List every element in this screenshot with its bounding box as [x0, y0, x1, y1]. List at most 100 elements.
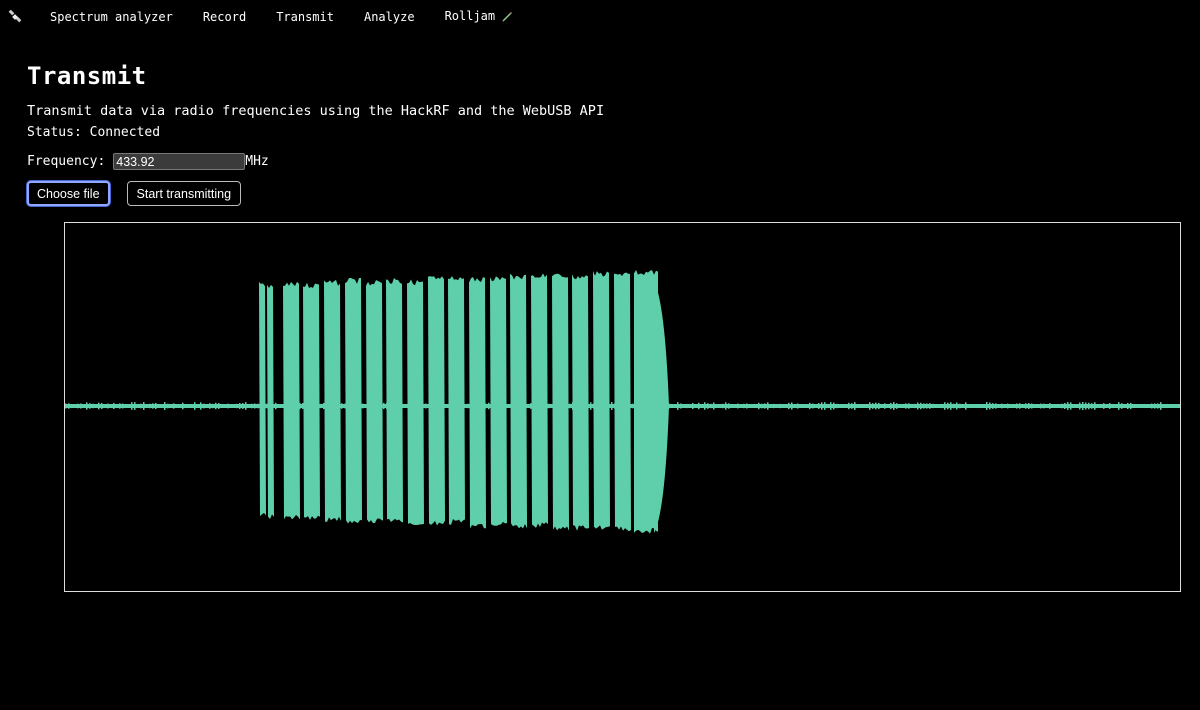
- waveform-noise: [731, 404, 733, 408]
- satellite-icon[interactable]: [8, 9, 22, 24]
- waveform-noise: [227, 403, 229, 409]
- waveform-noise: [755, 404, 757, 408]
- waveform-noise: [245, 402, 247, 410]
- nav-link-analyze[interactable]: Analyze: [364, 10, 415, 24]
- waveform-noise: [953, 403, 955, 409]
- waveform-noise: [839, 404, 841, 408]
- waveform-noise: [776, 404, 778, 408]
- waveform-noise: [80, 403, 82, 409]
- waveform-noise: [242, 403, 244, 409]
- waveform-noise: [1079, 402, 1081, 410]
- waveform-noise: [1094, 402, 1096, 410]
- waveform-noise: [1151, 403, 1153, 409]
- waveform-noise: [236, 403, 238, 409]
- waveform-burst: [428, 276, 445, 526]
- waveform-noise: [113, 402, 115, 410]
- waveform-noise: [197, 404, 199, 408]
- start-transmitting-button[interactable]: Start transmitting: [126, 181, 242, 206]
- waveform-noise: [845, 404, 847, 408]
- waveform-noise: [932, 403, 934, 409]
- waveform-noise: [1136, 404, 1138, 408]
- waveform-burst: [267, 284, 274, 519]
- waveform-noise: [188, 403, 190, 409]
- waveform-noise: [758, 402, 760, 410]
- waveform-noise: [230, 404, 232, 408]
- waveform-noise: [122, 403, 124, 409]
- waveform-noise: [791, 402, 793, 410]
- waveform-noise: [956, 402, 958, 410]
- waveform-noise: [1028, 403, 1030, 409]
- waveform-noise: [548, 403, 550, 409]
- waveform-noise: [749, 404, 751, 408]
- waveform-noise: [809, 402, 811, 410]
- waveform-noise: [902, 403, 904, 409]
- nav-link-transmit[interactable]: Transmit: [276, 10, 334, 24]
- waveform-burst: [593, 271, 610, 530]
- waveform-noise: [170, 404, 172, 408]
- waveform-noise: [983, 403, 985, 409]
- waveform-noise: [1178, 404, 1180, 408]
- waveform-noise: [1031, 403, 1033, 409]
- waveform-noise: [1085, 402, 1087, 410]
- waveform-noise: [266, 403, 268, 409]
- waveform-noise: [527, 404, 529, 408]
- waveform-noise: [146, 404, 148, 408]
- waveform-burst: [303, 282, 320, 520]
- choose-file-button[interactable]: Choose file: [27, 181, 110, 206]
- waveform-noise: [842, 404, 844, 408]
- waveform-noise: [182, 402, 184, 410]
- waveform-noise: [887, 404, 889, 408]
- frequency-unit: MHz: [245, 154, 269, 169]
- waveform-noise: [164, 402, 166, 410]
- waveform-noise: [1154, 403, 1156, 409]
- waveform-noise: [725, 402, 727, 410]
- waveform-noise: [233, 404, 235, 408]
- waveform-noise: [1157, 403, 1159, 409]
- waveform-noise: [935, 404, 937, 408]
- waveform-noise: [104, 404, 106, 408]
- waveform-noise: [1106, 404, 1108, 408]
- waveform-noise: [737, 403, 739, 409]
- waveform-burst: [324, 279, 341, 522]
- waveform-noise: [344, 403, 346, 409]
- waveform-noise: [875, 402, 877, 410]
- waveform-noise: [98, 402, 100, 410]
- waveform-noise: [707, 403, 709, 409]
- waveform-noise: [89, 403, 91, 409]
- waveform-plot: [65, 269, 1180, 534]
- waveform-burst: [366, 280, 383, 524]
- waveform-noise: [1061, 403, 1063, 409]
- waveform-noise: [1004, 404, 1006, 408]
- waveform-noise: [869, 402, 871, 410]
- waveform-noise: [848, 402, 850, 410]
- waveform-noise: [1124, 404, 1126, 408]
- waveform-noise: [257, 403, 259, 409]
- waveform-noise: [686, 403, 688, 409]
- nav-link-rolljam[interactable]: Rolljam: [445, 9, 514, 25]
- waveform-noise: [944, 402, 946, 410]
- waveform-noise: [1142, 404, 1144, 408]
- waveform-noise: [806, 404, 808, 408]
- nav-link-spectrum-analyzer[interactable]: Spectrum analyzer: [50, 10, 173, 24]
- nav-link-record[interactable]: Record: [203, 10, 246, 24]
- waveform-noise: [980, 403, 982, 409]
- waveform-noise: [872, 403, 874, 409]
- waveform-noise: [866, 404, 868, 408]
- waveform-burst: [469, 276, 486, 529]
- waveform-noise: [1133, 404, 1135, 408]
- waveform-noise: [1016, 403, 1018, 409]
- waveform-noise: [671, 404, 673, 408]
- nav-link-rolljam-label: Rolljam: [444, 9, 496, 23]
- top-nav: Spectrum analyzer Record Transmit Analyz…: [8, 8, 543, 26]
- waveform-noise: [971, 404, 973, 408]
- waveform-noise: [1025, 403, 1027, 409]
- waveform-noise: [1166, 403, 1168, 409]
- waveform-noise: [365, 404, 367, 408]
- waveform-noise: [764, 403, 766, 409]
- waveform-noise: [689, 404, 691, 408]
- waveform-noise: [743, 403, 745, 409]
- frequency-input[interactable]: [113, 153, 246, 170]
- waveform-noise: [701, 404, 703, 408]
- waveform-noise: [1037, 404, 1039, 408]
- waveform-noise: [812, 403, 814, 409]
